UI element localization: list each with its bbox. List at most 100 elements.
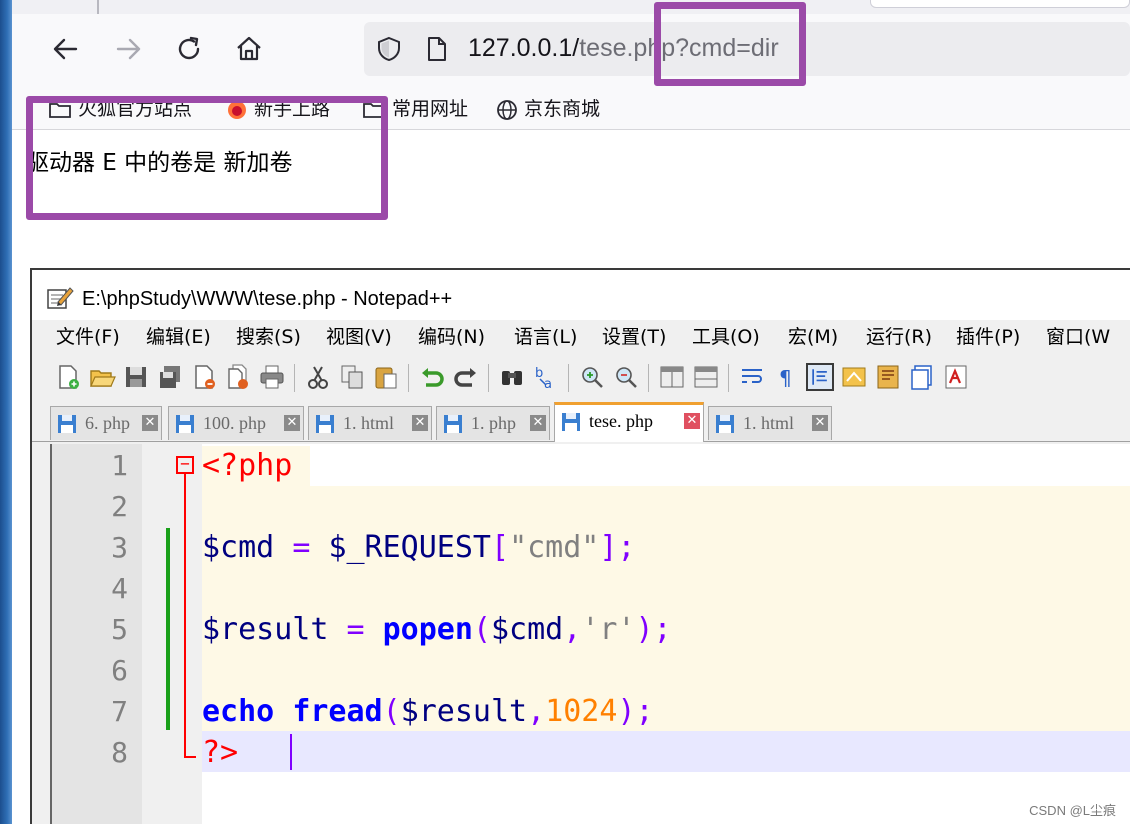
undo-icon[interactable] [418,363,446,391]
notepadpp-window: E:\phpStudy\WWW\tese.php - Notepad++ 文件(… [30,268,1130,824]
cut-icon[interactable] [304,363,332,391]
code-line-1: <?php [202,446,292,486]
menu-encoding[interactable]: 编码(N) [418,324,485,350]
new-file-icon[interactable] [54,363,82,391]
home-button[interactable] [232,32,266,66]
close-all-icon[interactable] [224,363,252,391]
file-tab-1-html-2[interactable]: 1. html ✕ [708,406,832,440]
fold-range-end [184,756,196,758]
close-tab-icon[interactable]: ✕ [412,415,428,431]
open-file-icon[interactable] [88,363,116,391]
globe-icon [497,99,517,120]
menu-language[interactable]: 语言(L) [514,324,577,350]
file-tab-100-php[interactable]: 100. php ✕ [168,406,304,440]
menu-edit[interactable]: 编辑(E) [146,324,211,350]
menu-view[interactable]: 视图(V) [326,324,392,350]
file-tab-1-html[interactable]: 1. html ✕ [308,406,432,440]
show-all-chars-icon[interactable]: ¶ [772,363,800,391]
saved-file-icon [562,413,580,431]
function-list-icon[interactable] [908,363,936,391]
saved-file-icon [58,415,76,433]
zoom-out-icon[interactable] [612,363,640,391]
save-icon[interactable] [122,363,150,391]
php-close-tag: ?> [202,735,239,770]
svg-text:¶: ¶ [779,366,792,390]
menu-search[interactable]: 搜索(S) [236,324,301,350]
close-tab-icon[interactable]: ✕ [142,415,158,431]
menu-settings[interactable]: 设置(T) [602,324,666,350]
menu-tools[interactable]: 工具(O) [692,324,760,350]
toolbar-separator [294,364,295,392]
sync-horizontal-icon[interactable] [692,363,720,391]
monitoring-icon[interactable] [942,363,970,391]
current-line-highlight [202,731,1130,772]
close-file-icon[interactable] [190,363,218,391]
file-tab-1-php[interactable]: 1. php ✕ [436,406,550,440]
save-all-icon[interactable] [156,363,184,391]
browser-tab-active[interactable] [870,0,1130,8]
saved-file-icon [316,415,334,433]
code-line-8: ?> [202,733,238,773]
back-button[interactable] [48,32,82,66]
code-token: fread [292,694,383,729]
code-token: , [527,694,546,729]
zoom-in-icon[interactable] [578,363,606,391]
menu-run[interactable]: 运行(R) [866,324,932,350]
reload-button[interactable] [172,32,206,66]
watermark: CSDN @L尘痕 [1029,803,1116,818]
close-tab-icon[interactable]: ✕ [530,415,546,431]
saved-file-icon [716,415,734,433]
code-token: $_REQUEST [328,530,491,565]
code-token: = [292,530,311,565]
code-token: 'r' [581,612,636,647]
reload-icon [178,36,200,60]
bookmark-label: 京东商城 [524,98,601,120]
file-tab-6-php[interactable]: 6. php ✕ [50,406,162,440]
fold-margin [142,444,202,824]
indent-guide-icon[interactable] [806,363,834,391]
desktop-edge [0,0,12,824]
change-history-bar [166,528,170,730]
file-tab-tese-php[interactable]: tese. php ✕ [554,402,704,442]
close-tab-icon[interactable]: ✕ [284,415,300,431]
sync-vertical-icon[interactable] [658,363,686,391]
find-icon[interactable] [498,363,526,391]
redo-icon[interactable] [452,363,480,391]
close-tab-icon[interactable]: ✕ [684,413,700,429]
print-icon[interactable] [258,363,286,391]
code-token: $cmd [491,612,564,647]
forward-button[interactable] [112,32,146,66]
close-tab-icon[interactable]: ✕ [812,415,828,431]
paste-icon[interactable] [372,363,400,391]
replace-icon[interactable]: ba [532,363,560,391]
fold-collapse-icon[interactable]: − [176,456,194,474]
home-icon [237,36,261,61]
toolbar-separator [408,364,409,392]
saved-file-icon [176,415,194,433]
code-token: $result [400,694,528,729]
line-number: 4 [111,572,128,605]
menu-file[interactable]: 文件(F) [56,324,120,350]
file-tab-bar: 6. php ✕ 100. php ✕ 1. html ✕ 1. php ✕ t… [32,400,1130,442]
code-token: "cmd" [509,530,600,565]
word-wrap-icon[interactable] [738,363,766,391]
page-icon [428,37,446,61]
shield-icon[interactable] [376,36,402,62]
line-number: 3 [111,531,128,564]
code-token: popen [382,612,473,647]
toolbar-separator [488,364,489,392]
toolbar-separator [568,364,569,392]
copy-icon[interactable] [338,363,366,391]
udl-icon[interactable] [840,363,868,391]
code-editor[interactable]: 1 2 3 4 5 6 7 8 − <?php $cmd = $_REQUEST… [50,444,1130,824]
arrow-left-icon [53,38,78,60]
bookmark-jd-mall[interactable]: 京东商城 [496,95,600,123]
code-area[interactable]: <?php $cmd = $_REQUEST["cmd"]; $result =… [202,444,1130,824]
line-number: 8 [111,736,128,769]
menu-plugins[interactable]: 插件(P) [956,324,1020,350]
tab-separator [97,0,99,14]
doc-map-icon[interactable] [874,363,902,391]
annotation-box-output [26,96,388,220]
menu-macro[interactable]: 宏(M) [788,324,838,350]
menu-window[interactable]: 窗口(W [1046,324,1110,350]
